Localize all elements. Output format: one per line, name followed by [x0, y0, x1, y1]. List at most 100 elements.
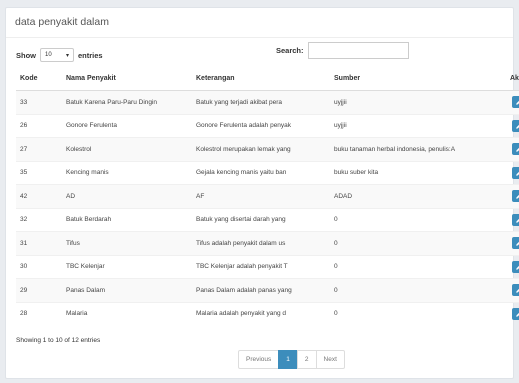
edit-button[interactable] — [512, 213, 519, 226]
cell-keterangan: Gonore Ferulenta adalah penyak — [192, 113, 330, 138]
pagination-next[interactable]: Next — [315, 350, 345, 369]
edit-button[interactable] — [512, 166, 519, 179]
cell-sumber: 0 — [330, 207, 506, 232]
table-row: 42 AD AF ADAD — [16, 184, 519, 208]
edit-button[interactable] — [512, 96, 519, 109]
cell-kode: 35 — [16, 160, 62, 185]
edit-button[interactable] — [512, 190, 519, 203]
pencil-icon — [515, 171, 519, 176]
cell-keterangan: AF — [192, 184, 330, 208]
table-row: 31 Tifus Tifus adalah penyakit dalam us 0 — [16, 231, 519, 255]
entries-label: entries — [78, 50, 103, 60]
pencil-icon — [515, 241, 519, 247]
row-actions — [510, 237, 519, 250]
table-row: 33 Batuk Karena Paru-Paru Dingin Batuk yan… — [16, 90, 519, 114]
table-info: Showing 1 to 10 of 12 entries — [16, 337, 101, 344]
search-input[interactable] — [307, 42, 409, 59]
edit-button[interactable] — [512, 307, 519, 320]
cell-keterangan: Malaria adalah penyakit yang d — [192, 301, 330, 325]
row-actions — [510, 143, 519, 156]
pencil-icon — [515, 265, 519, 270]
cell-sumber: buku suber kita — [330, 160, 506, 185]
header-aksi: Aksi — [506, 66, 519, 91]
table-row: 26 Gonore Ferulenta Gonore Ferulenta adala… — [16, 113, 519, 138]
cell-kode: 31 — [16, 231, 62, 255]
show-label: Show — [16, 50, 36, 60]
cell-aksi — [506, 301, 519, 325]
table-row: 30 TBC Kelenjar TBC Kelenjar adalah penyak… — [16, 254, 519, 279]
cell-aksi — [506, 160, 519, 185]
cell-aksi — [506, 113, 519, 138]
cell-aksi — [506, 231, 519, 255]
cell-aksi — [506, 90, 519, 114]
pagination-page-1[interactable]: 1 — [278, 350, 298, 369]
edit-button[interactable] — [512, 237, 519, 250]
entries-length-control: Show 10 ▾ entries — [16, 48, 103, 62]
cell-sumber: uyjjii — [330, 90, 506, 114]
table-header-row: Kode Nama Penyakit Keterangan Sumber Aks… — [16, 66, 519, 91]
cell-kode: 26 — [16, 113, 62, 138]
cell-sumber: 0 — [330, 231, 506, 255]
cell-keterangan: Tifus adalah penyakit dalam us — [192, 231, 330, 255]
table-row: 32 Batuk Berdarah Batuk yang disertai dara… — [16, 207, 519, 232]
search-label: Search: — [276, 46, 304, 55]
cell-nama-penyakit: TBC Kelenjar — [62, 254, 192, 279]
row-actions — [510, 307, 519, 320]
table-row: 29 Panas Dalam Panas Dalam adalah panas ya… — [16, 278, 519, 302]
chevron-down-icon: ▾ — [65, 52, 69, 59]
cell-sumber: 0 — [330, 278, 506, 302]
pencil-icon — [515, 194, 519, 200]
pencil-icon — [515, 124, 519, 129]
entries-select[interactable]: 10 ▾ — [40, 48, 74, 62]
pagination-page-2[interactable]: 2 — [296, 350, 317, 369]
cell-sumber: uyjjii — [330, 113, 506, 138]
edit-button[interactable] — [512, 260, 519, 273]
pencil-icon — [515, 312, 519, 317]
row-actions — [510, 190, 519, 203]
cell-sumber: 0 — [330, 301, 506, 325]
pencil-icon — [515, 218, 519, 223]
pagination: Previous 1 2 Next — [238, 350, 345, 369]
row-actions — [510, 119, 519, 132]
header-kode[interactable]: Kode — [16, 66, 62, 91]
header-keterangan[interactable]: Keterangan — [192, 66, 330, 91]
disease-table: Kode Nama Penyakit Keterangan Sumber Aks… — [16, 66, 519, 325]
pagination-previous[interactable]: Previous — [238, 350, 280, 369]
header-nama-penyakit[interactable]: Nama Penyakit — [62, 66, 192, 91]
cell-aksi — [506, 278, 519, 302]
pencil-icon — [515, 147, 519, 153]
cell-aksi — [506, 254, 519, 279]
cell-kode: 29 — [16, 278, 62, 302]
cell-nama-penyakit: Tifus — [62, 231, 192, 255]
row-actions — [510, 284, 519, 297]
cell-keterangan: Panas Dalam adalah panas yang — [192, 278, 330, 302]
cell-nama-penyakit: Panas Dalam — [62, 278, 192, 302]
cell-kode: 33 — [16, 90, 62, 114]
cell-nama-penyakit: Batuk Karena Paru-Paru Dingin — [62, 90, 192, 114]
cell-aksi — [506, 207, 519, 232]
cell-keterangan: Batuk yang terjadi akibat pera — [192, 90, 330, 114]
row-actions — [510, 96, 519, 109]
table-row: 27 Kolestrol Kolestrol merupakan lemak yan… — [16, 137, 519, 161]
cell-keterangan: Kolestrol merupakan lemak yang — [192, 137, 330, 161]
row-actions — [510, 166, 519, 179]
cell-nama-penyakit: Kolestrol — [62, 137, 192, 161]
edit-button[interactable] — [512, 284, 519, 297]
entries-select-value: 10 — [45, 52, 52, 58]
cell-sumber: 0 — [330, 254, 506, 279]
cell-aksi — [506, 184, 519, 208]
edit-button[interactable] — [512, 119, 519, 132]
cell-sumber: ADAD — [330, 184, 506, 208]
pencil-icon — [515, 288, 519, 294]
data-panel: data penyakit dalam Show 10 ▾ entries Se… — [5, 7, 519, 379]
header-sumber[interactable]: Sumber — [330, 66, 506, 91]
table-row: 28 Malaria Malaria adalah penyakit yang d0 — [16, 301, 519, 325]
pencil-icon — [515, 100, 519, 106]
cell-nama-penyakit: Kencing manis — [62, 160, 192, 185]
cell-kode: 30 — [16, 254, 62, 279]
cell-kode: 28 — [16, 301, 62, 325]
cell-kode: 27 — [16, 137, 62, 161]
search-control: Search: — [276, 42, 409, 59]
row-actions — [510, 213, 519, 226]
edit-button[interactable] — [512, 143, 519, 156]
